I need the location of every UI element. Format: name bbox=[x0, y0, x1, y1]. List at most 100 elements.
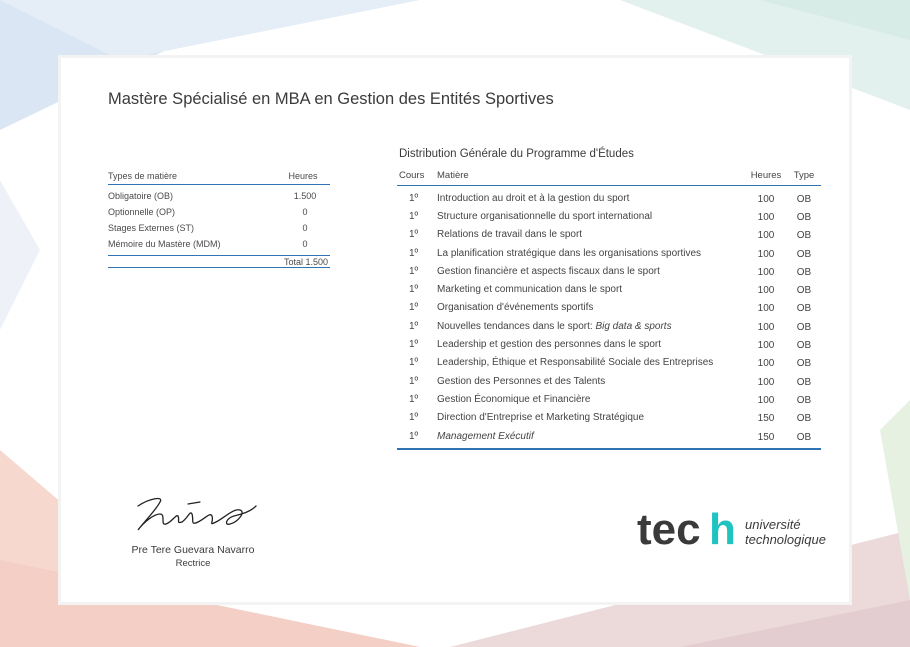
row-course: 1º bbox=[409, 357, 419, 369]
row-type: OB bbox=[796, 358, 812, 370]
table-row: 1º La planification stratégique dans les … bbox=[397, 244, 821, 262]
row-subject-text: Direction d'Entreprise et Marketing Stra… bbox=[437, 412, 645, 424]
summary-row: Optionnelle (OP) 0 bbox=[108, 204, 330, 220]
table-row: 1º Direction d'Entreprise et Marketing St… bbox=[397, 409, 821, 427]
row-subject: Direction d'Entreprise et Marketing Stra… bbox=[431, 412, 745, 423]
table-row: 1º Structure organisationnelle du sport i… bbox=[397, 207, 821, 225]
row-subject: La planification stratégique dans les or… bbox=[431, 248, 745, 259]
row-subject: Marketing et communication dans le sport bbox=[431, 284, 745, 295]
row-subject: Structure organisationnelle du sport int… bbox=[431, 211, 745, 222]
row-subject-text: Nouvelles tendances dans le sport: bbox=[437, 320, 596, 332]
table-row: 1º Gestion Économique et Financière 100 OB bbox=[397, 390, 821, 408]
signatory-role: Rectrice bbox=[175, 558, 211, 569]
header-course: Cours bbox=[399, 170, 425, 181]
summary-table-header: Types de matière Heures bbox=[108, 171, 330, 185]
row-hours: 100 bbox=[757, 358, 775, 370]
summary-row-label: Obligatoire (OB) bbox=[108, 191, 174, 201]
row-course: 1º bbox=[409, 412, 419, 424]
row-hours: 100 bbox=[757, 266, 775, 278]
row-hours: 100 bbox=[757, 321, 775, 333]
row-type: OB bbox=[796, 248, 812, 260]
summary-row: Stages Externes (ST) 0 bbox=[108, 220, 330, 236]
row-type: OB bbox=[796, 230, 812, 242]
row-hours: 100 bbox=[757, 211, 775, 223]
row-course: 1º bbox=[409, 265, 419, 277]
row-subject-text: Gestion financière et aspects fiscaux da… bbox=[437, 265, 660, 277]
summary-header-hours: Heures bbox=[288, 171, 318, 181]
row-course: 1º bbox=[409, 320, 419, 332]
row-hours: 100 bbox=[757, 230, 775, 242]
tech-logo: tec h bbox=[637, 505, 736, 554]
row-subject-italic: Big data & sports bbox=[595, 320, 672, 332]
row-hours: 100 bbox=[757, 340, 775, 352]
signatory-name: Pre Tere Guevara Navarro bbox=[131, 544, 255, 556]
table-row: 1º Nouvelles tendances dans le sport: Big… bbox=[397, 317, 821, 335]
row-type: OB bbox=[796, 394, 812, 406]
row-subject: Gestion financière et aspects fiscaux da… bbox=[431, 266, 745, 277]
summary-row-hours: 0 bbox=[302, 239, 308, 249]
row-subject: Nouvelles tendances dans le sport: Big d… bbox=[431, 321, 745, 332]
header-type: Type bbox=[793, 170, 815, 181]
row-type: OB bbox=[796, 431, 812, 443]
logo-wordmark-tec: tec bbox=[637, 505, 701, 554]
table-row: 1º Introduction au droit et à la gestion … bbox=[397, 189, 821, 207]
distribution-bottom-rule bbox=[397, 448, 821, 451]
row-subject-text: Gestion des Personnes et des Talents bbox=[437, 375, 606, 387]
row-type: OB bbox=[796, 321, 812, 333]
row-hours: 100 bbox=[757, 248, 775, 260]
row-type: OB bbox=[796, 285, 812, 297]
summary-row-hours: 1.500 bbox=[293, 191, 317, 201]
row-hours: 100 bbox=[757, 394, 775, 406]
summary-row: Mémoire du Mastère (MDM) 0 bbox=[108, 236, 330, 252]
summary-total: Total 1.500 bbox=[108, 255, 330, 268]
distribution-title: Distribution Générale du Programme d'Étu… bbox=[399, 148, 634, 160]
summary-table: Types de matière Heures Obligatoire (OB)… bbox=[108, 171, 330, 268]
row-subject: Gestion Économique et Financière bbox=[431, 394, 745, 405]
row-subject: Leadership et gestion des personnes dans… bbox=[431, 339, 745, 350]
row-course: 1º bbox=[409, 229, 419, 241]
row-course: 1º bbox=[409, 430, 419, 442]
row-subject: Management Exécutif bbox=[431, 431, 745, 442]
signature-image bbox=[137, 497, 257, 531]
distribution-rows: 1º Introduction au droit et à la gestion … bbox=[397, 186, 821, 445]
row-subject-text: Organisation d'événements sportifs bbox=[437, 302, 594, 314]
row-course: 1º bbox=[409, 210, 419, 222]
row-course: 1º bbox=[409, 247, 419, 259]
summary-row-hours: 0 bbox=[302, 207, 308, 217]
distribution-table-header: Cours Matière Heures Type bbox=[397, 170, 821, 186]
row-course: 1º bbox=[409, 393, 419, 405]
row-hours: 100 bbox=[757, 303, 775, 315]
row-subject-text: La planification stratégique dans les or… bbox=[437, 247, 702, 259]
row-subject-text: Marketing et communication dans le sport bbox=[437, 284, 623, 296]
row-hours: 150 bbox=[757, 431, 775, 443]
summary-row: Obligatoire (OB) 1.500 bbox=[108, 188, 330, 204]
summary-row-label: Mémoire du Mastère (MDM) bbox=[108, 239, 221, 249]
row-type: OB bbox=[796, 340, 812, 352]
table-row: 1º Gestion financière et aspects fiscaux … bbox=[397, 262, 821, 280]
header-hours: Heures bbox=[750, 170, 782, 181]
row-type: OB bbox=[796, 193, 812, 205]
row-course: 1º bbox=[409, 339, 419, 351]
distribution-table: Cours Matière Heures Type 1º Introduction… bbox=[397, 170, 821, 451]
row-subject: Relations de travail dans le sport bbox=[431, 229, 745, 240]
logo-line-2: technologique bbox=[745, 532, 826, 547]
table-row: 1º Leadership, Éthique et Responsabilité … bbox=[397, 354, 821, 372]
row-subject: Introduction au droit et à la gestion du… bbox=[431, 193, 745, 204]
row-course: 1º bbox=[409, 284, 419, 296]
logo-wordmark-h: h bbox=[709, 505, 736, 554]
row-subject-text: Relations de travail dans le sport bbox=[437, 229, 583, 241]
summary-total-value: Total 1.500 bbox=[283, 256, 328, 267]
row-subject: Gestion des Personnes et des Talents bbox=[431, 376, 745, 387]
row-subject-text: Leadership, Éthique et Responsabilité So… bbox=[437, 357, 714, 369]
row-course: 1º bbox=[409, 192, 419, 204]
row-hours: 100 bbox=[757, 193, 775, 205]
row-subject-text: Leadership et gestion des personnes dans… bbox=[437, 339, 662, 351]
row-subject: Leadership, Éthique et Responsabilité So… bbox=[431, 357, 745, 368]
row-hours: 150 bbox=[757, 413, 775, 425]
row-type: OB bbox=[796, 266, 812, 278]
row-type: OB bbox=[796, 211, 812, 223]
table-row: 1º Marketing et communication dans le spo… bbox=[397, 280, 821, 298]
row-subject-text: Structure organisationnelle du sport int… bbox=[437, 210, 653, 222]
row-type: OB bbox=[796, 303, 812, 315]
logo-line-1: université bbox=[745, 517, 801, 532]
